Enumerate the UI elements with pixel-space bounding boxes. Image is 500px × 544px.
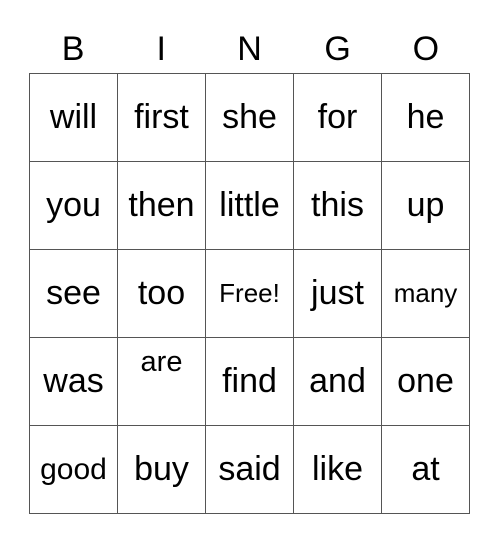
bingo-cell[interactable]: this (294, 162, 382, 250)
bingo-cell[interactable]: and (294, 338, 382, 426)
bingo-cell[interactable]: are (118, 338, 206, 426)
bingo-header: B I N G O (29, 24, 471, 74)
bingo-cell[interactable]: find (206, 338, 294, 426)
header-letter-o: O (412, 30, 440, 68)
header-letter-g: G (324, 30, 351, 68)
bingo-cell[interactable]: at (382, 426, 470, 514)
bingo-cell[interactable]: buy (118, 426, 206, 514)
bingo-cell[interactable]: said (206, 426, 294, 514)
bingo-cell[interactable]: first (118, 74, 206, 162)
bingo-cell[interactable]: good (30, 426, 118, 514)
bingo-cell[interactable]: you (30, 162, 118, 250)
bingo-cell[interactable]: up (382, 162, 470, 250)
header-letter-i: I (156, 30, 166, 68)
bingo-cell[interactable]: then (118, 162, 206, 250)
bingo-grid: will first she for he you then little th… (29, 73, 470, 514)
bingo-cell[interactable]: like (294, 426, 382, 514)
bingo-cell[interactable]: he (382, 74, 470, 162)
header-letter-n: N (237, 30, 262, 68)
bingo-cell[interactable]: many (382, 250, 470, 338)
bingo-cell[interactable]: see (30, 250, 118, 338)
bingo-cell[interactable]: one (382, 338, 470, 426)
bingo-cell[interactable]: little (206, 162, 294, 250)
bingo-cell[interactable]: too (118, 250, 206, 338)
header-letter-b: B (61, 30, 85, 68)
free-space-cell[interactable]: Free! (206, 250, 294, 338)
bingo-cell[interactable]: was (30, 338, 118, 426)
bingo-cell[interactable]: just (294, 250, 382, 338)
bingo-cell[interactable]: will (30, 74, 118, 162)
bingo-cell[interactable]: for (294, 74, 382, 162)
bingo-cell[interactable]: she (206, 74, 294, 162)
